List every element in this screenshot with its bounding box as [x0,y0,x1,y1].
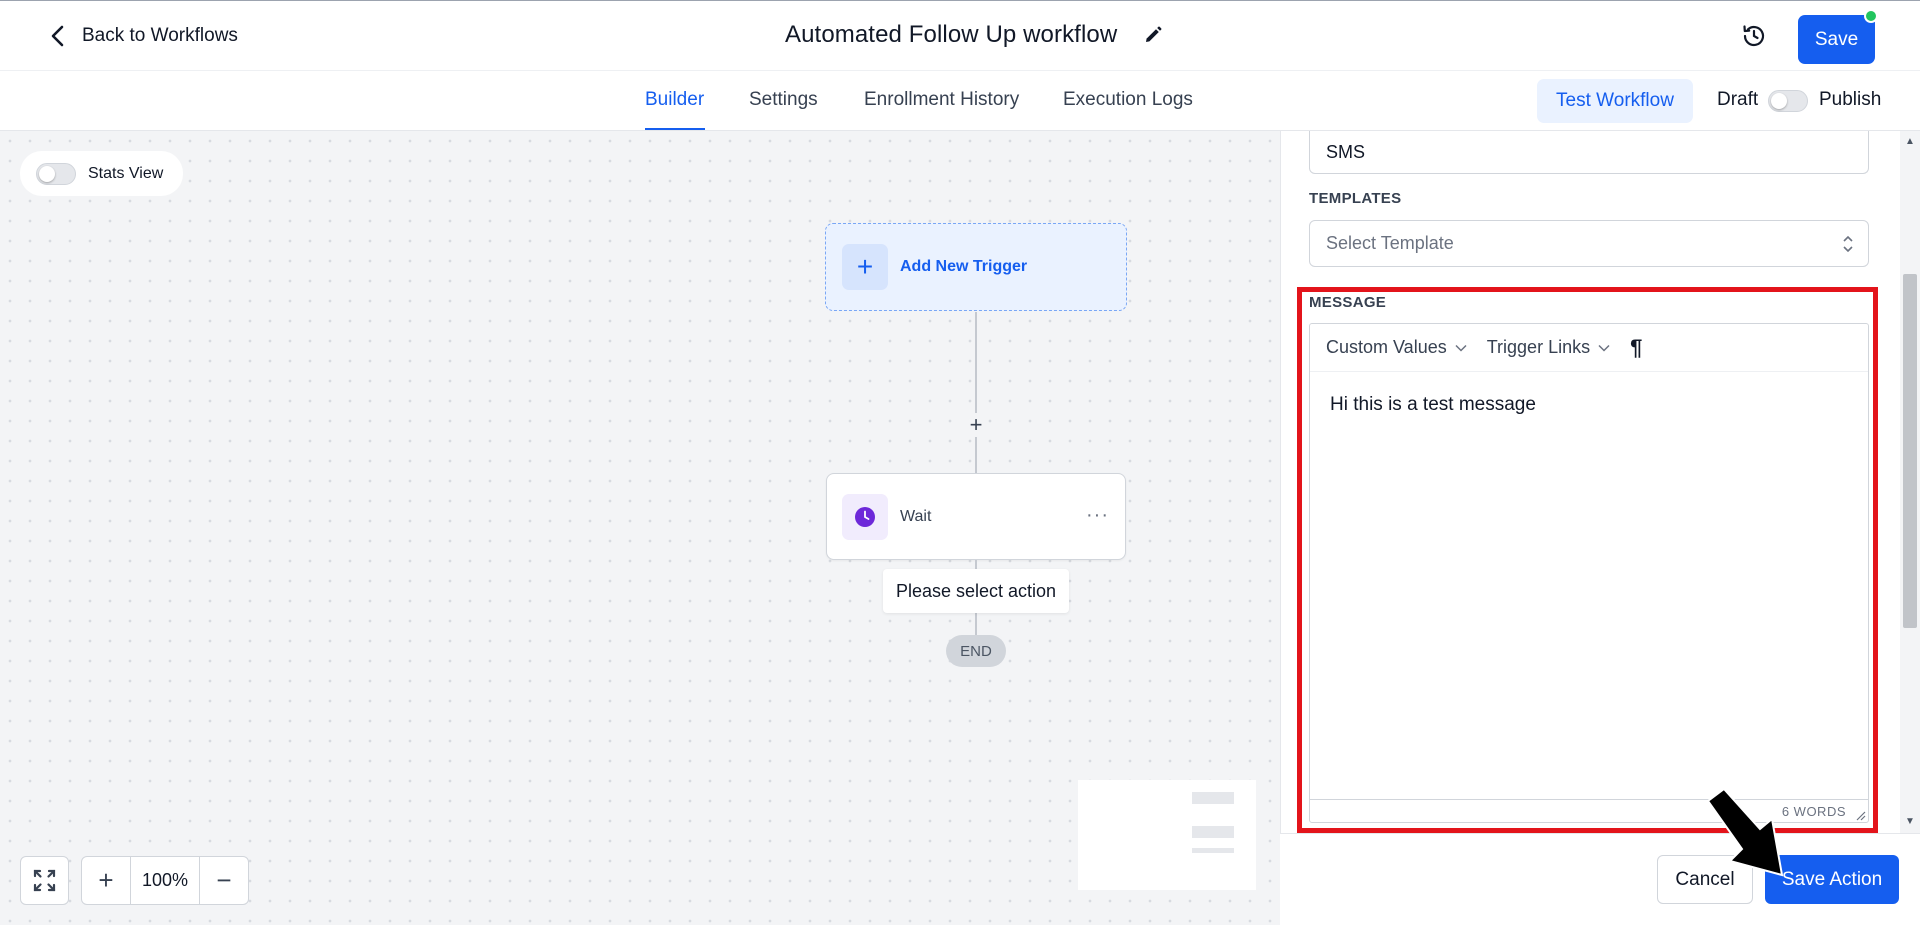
tab-settings[interactable]: Settings [749,89,818,111]
stats-view-toggle[interactable] [36,162,76,185]
back-to-workflows-link[interactable]: Back to Workflows [48,24,238,48]
zoom-out-button[interactable]: − [200,857,248,904]
add-new-trigger-node[interactable]: + Add New Trigger [825,223,1127,311]
top-header: Back to Workflows Automated Follow Up wo… [0,0,1920,71]
title-group: Automated Follow Up workflow [785,21,1163,49]
stats-view-control: Stats View [20,151,183,196]
pencil-icon[interactable] [1143,25,1163,45]
more-dots-icon[interactable]: ··· [1086,504,1109,527]
scrollbar-thumb[interactable] [1903,274,1917,628]
tab-enrollment-history[interactable]: Enrollment History [864,89,1019,111]
wait-label: Wait [900,507,932,525]
channel-field[interactable]: SMS [1309,131,1869,174]
status-dot [1864,9,1878,23]
publish-label: Publish [1819,89,1882,110]
test-workflow-button[interactable]: Test Workflow [1537,79,1693,123]
workflow-canvas[interactable]: Stats View + Add New Trigger + Wait ··· … [0,131,1280,925]
plus-icon: + [842,244,888,290]
zoom-controls: + 100% − [20,856,249,905]
zoom-level: 100% [130,857,200,904]
toggle-knob [39,165,55,182]
history-icon[interactable] [1741,23,1767,49]
scroll-down-arrow[interactable]: ▼ [1904,816,1916,827]
draft-label: Draft [1717,89,1759,110]
tab-execution-logs[interactable]: Execution Logs [1063,89,1193,111]
back-label: Back to Workflows [82,25,238,46]
zoom-in-button[interactable]: + [82,857,130,904]
message-highlight-box [1297,287,1878,833]
zoom-group: + 100% − [81,856,249,905]
fullscreen-icon [33,869,56,892]
minimap-block [1192,826,1234,838]
minimap-block [1192,792,1234,804]
updown-arrows-icon [1843,235,1853,253]
template-placeholder: Select Template [1326,233,1454,253]
select-action-placeholder[interactable]: Please select action [883,569,1069,613]
pointer-arrow-icon [1706,787,1784,877]
wait-icon-box [842,493,888,540]
template-select[interactable]: Select Template [1309,220,1869,267]
workflow-title: Automated Follow Up workflow [785,21,1118,48]
tab-bar: Builder Settings Enrollment History Exec… [0,71,1920,131]
publish-toggle[interactable] [1768,90,1808,112]
clock-icon [855,506,875,527]
fullscreen-button[interactable] [20,856,69,905]
tab-builder[interactable]: Builder [645,89,704,111]
minimap[interactable] [1078,780,1256,890]
active-tab-indicator [645,128,705,130]
connector-line [975,312,977,473]
chevron-left-icon [51,25,64,47]
minimap-block [1192,848,1234,853]
toggle-knob [1771,93,1787,109]
end-node: END [946,635,1006,667]
wait-node[interactable]: Wait ··· [826,473,1126,560]
add-step-button[interactable]: + [964,412,988,437]
stats-view-label: Stats View [88,164,164,182]
trigger-label: Add New Trigger [900,258,1028,275]
scroll-up-arrow[interactable]: ▲ [1904,136,1916,147]
templates-label: TEMPLATES [1309,190,1402,207]
save-button[interactable]: Save [1798,15,1875,64]
